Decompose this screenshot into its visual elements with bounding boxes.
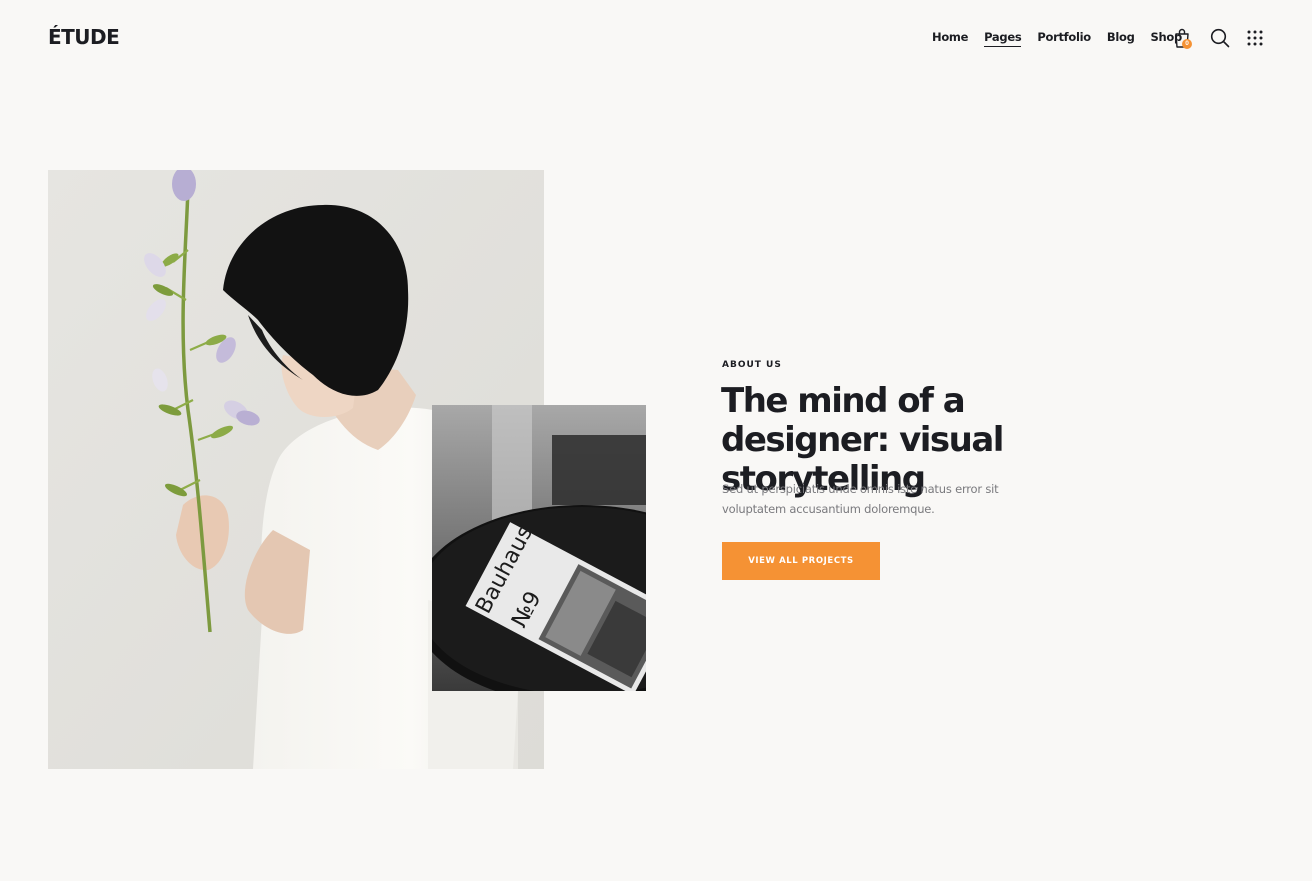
hero-secondary-image: Bauhaus №9 (432, 405, 646, 691)
main-nav: Home Pages Portfolio Blog Shop (932, 30, 1182, 47)
nav-item-pages[interactable]: Pages (984, 30, 1022, 47)
search-icon[interactable] (1210, 28, 1230, 48)
bauhaus-magazine-photo: Bauhaus №9 (432, 405, 646, 691)
cart-count-badge: 0 (1182, 39, 1192, 49)
nav-item-blog[interactable]: Blog (1107, 30, 1135, 47)
shopping-bag-icon[interactable]: 0 (1172, 27, 1192, 49)
hero-description: Sed ut perspiciatis unde omnis iste natu… (722, 482, 999, 516)
section-eyebrow: ABOUT US (722, 360, 782, 370)
nav-item-home[interactable]: Home (932, 30, 968, 47)
header-actions: 0 (1172, 27, 1263, 49)
grid-menu-icon[interactable] (1247, 30, 1263, 46)
site-logo[interactable]: ÉTUDE (48, 25, 120, 49)
view-all-projects-button[interactable]: VIEW ALL PROJECTS (722, 542, 880, 580)
nav-item-portfolio[interactable]: Portfolio (1037, 30, 1091, 47)
